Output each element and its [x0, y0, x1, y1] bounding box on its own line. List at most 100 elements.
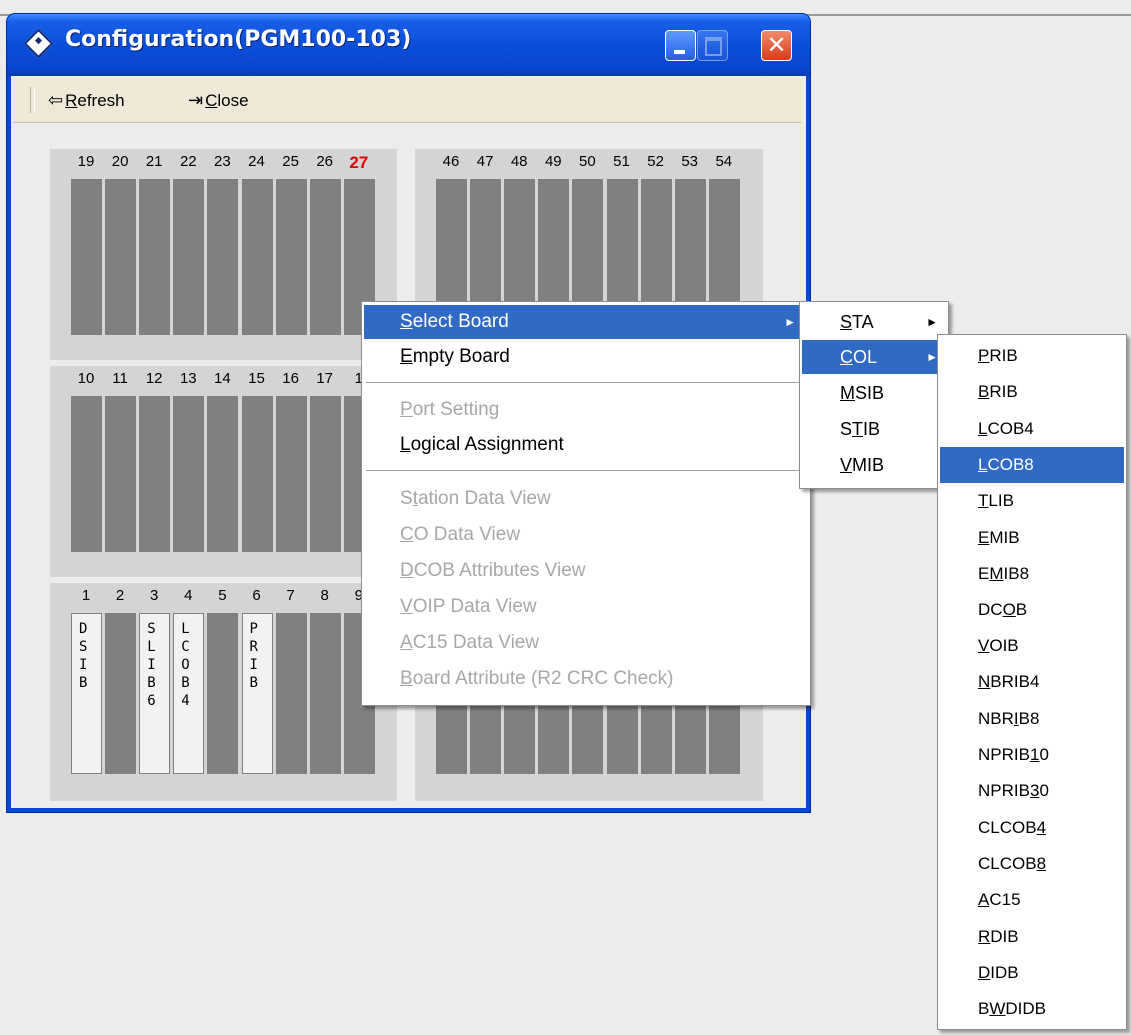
- slot-number: 20: [111, 153, 129, 170]
- menu-item-label: DIDB: [978, 963, 1019, 982]
- menu-item-label: DCOB: [978, 600, 1028, 619]
- menu-item[interactable]: STA ►: [802, 305, 946, 339]
- slot-number: 12: [145, 370, 163, 387]
- board-slot-empty[interactable]: [105, 396, 137, 552]
- board-slot-empty[interactable]: [309, 396, 341, 552]
- menu-item: VOIP Data View: [364, 590, 808, 624]
- menu-item[interactable]: CLCOB4: [940, 810, 1124, 846]
- back-arrow-icon: ⇦: [48, 90, 64, 110]
- slot-number: 4: [184, 587, 193, 604]
- slot-number: 48: [510, 153, 528, 170]
- board-slot-empty[interactable]: [207, 396, 239, 552]
- board-slot-empty[interactable]: [241, 179, 273, 335]
- menu-separator: [366, 382, 806, 384]
- board-type-submenu: STA ► COL ► MSIB STIB VMIB: [799, 301, 949, 489]
- menu-item-label: COL: [840, 347, 878, 367]
- refresh-button[interactable]: ⇦ Refresh: [48, 78, 125, 122]
- menu-item-label: RDIB: [978, 927, 1019, 946]
- menu-item[interactable]: NPRIB30: [940, 773, 1124, 809]
- board-label: D S I B: [79, 621, 88, 691]
- menu-item[interactable]: LCOB4: [940, 411, 1124, 447]
- menu-item-label: VOIB: [978, 636, 1019, 655]
- slot-number: 11: [112, 370, 128, 387]
- slot-number: 52: [647, 153, 664, 170]
- app-diamond-icon: [23, 28, 54, 59]
- board-slot-empty[interactable]: [71, 396, 102, 552]
- board-slot-empty[interactable]: [139, 396, 171, 552]
- menu-item-label: NPRIB30: [978, 781, 1049, 800]
- slot-number: 51: [613, 153, 630, 170]
- menu-item[interactable]: STIB: [802, 412, 946, 446]
- slot-number: 47: [476, 153, 494, 170]
- slot-number: 22: [179, 153, 197, 170]
- slot-number: 13: [179, 370, 197, 387]
- menu-item[interactable]: Logical Assignment: [364, 428, 808, 462]
- menu-item[interactable]: CLCOB8: [940, 846, 1124, 882]
- board-slot-empty[interactable]: [71, 179, 102, 335]
- menu-item-label: VOIP Data View: [400, 596, 537, 617]
- board-slot-filled[interactable]: D S I B: [71, 613, 102, 774]
- menu-item[interactable]: DIDB: [940, 955, 1124, 991]
- menu-item[interactable]: VOIB: [940, 628, 1124, 664]
- menu-item-label: MSIB: [840, 383, 885, 403]
- menu-item: Station Data View: [364, 482, 808, 516]
- submenu-arrow-icon: ►: [784, 315, 796, 329]
- menu-item[interactable]: Select Board ►: [364, 305, 808, 339]
- toolbar-grip[interactable]: [30, 87, 35, 113]
- board-slot-empty[interactable]: [173, 396, 205, 552]
- board-slot-empty[interactable]: [309, 613, 341, 774]
- board-slot-filled[interactable]: S L I B 6: [139, 613, 171, 774]
- slot-number: 24: [248, 153, 265, 170]
- board-slot-filled[interactable]: P R I B: [241, 613, 273, 774]
- board-slot-empty[interactable]: [139, 179, 171, 335]
- board-slot-empty[interactable]: [275, 613, 307, 774]
- menu-item[interactable]: AC15: [940, 882, 1124, 918]
- board-label: S L I B 6: [147, 621, 156, 709]
- menu-item[interactable]: NBRIB4: [940, 664, 1124, 700]
- menu-item[interactable]: PRIB: [940, 338, 1124, 374]
- menu-item[interactable]: DCOB: [940, 592, 1124, 628]
- menu-item[interactable]: NBRIB8: [940, 701, 1124, 737]
- menu-item[interactable]: NPRIB10: [940, 737, 1124, 773]
- menu-item[interactable]: EMIB: [940, 520, 1124, 556]
- slot-number: 49: [544, 153, 562, 170]
- board-slot-empty[interactable]: [173, 179, 205, 335]
- board-label: P R I B: [249, 621, 258, 691]
- menu-item-label: EMIB: [978, 528, 1020, 547]
- minimize-button[interactable]: [665, 30, 696, 61]
- close-window-button[interactable]: ✕: [761, 30, 792, 61]
- menu-item-label: Select Board: [400, 311, 509, 332]
- toolbar: ⇦ Refresh ⇥ Close: [13, 78, 801, 123]
- menu-item[interactable]: COL ►: [802, 340, 946, 374]
- slot-number: 54: [715, 153, 733, 170]
- title-bar[interactable]: Configuration(PGM100-103) ✕: [7, 14, 810, 76]
- menu-item: Port Setting: [364, 393, 808, 427]
- board-slot-empty[interactable]: [309, 179, 341, 335]
- board-slot-empty[interactable]: [275, 396, 307, 552]
- board-slot-filled[interactable]: L C O B 4: [173, 613, 205, 774]
- board-slot-empty[interactable]: [105, 613, 137, 774]
- col-board-submenu: PRIB BRIB LCOB4 LCOB8 TLIB EMIB EMIB8 DCOB VOIB N…: [937, 334, 1127, 1030]
- board-slot-empty[interactable]: [241, 396, 273, 552]
- menu-item[interactable]: RDIB: [940, 919, 1124, 955]
- menu-item[interactable]: BRIB: [940, 374, 1124, 410]
- board-slot-empty[interactable]: [207, 179, 239, 335]
- menu-item: AC15 Data View: [364, 626, 808, 660]
- slot-number: 8: [320, 587, 329, 604]
- menu-item[interactable]: VMIB: [802, 448, 946, 482]
- menu-item[interactable]: Empty Board: [364, 340, 808, 374]
- board-slot-empty[interactable]: [105, 179, 137, 335]
- menu-item[interactable]: EMIB8: [940, 556, 1124, 592]
- menu-item[interactable]: LCOB8: [940, 447, 1124, 483]
- menu-item-label: LCOB8: [978, 455, 1034, 474]
- menu-item-label: Empty Board: [400, 346, 510, 367]
- maximize-button: [697, 30, 728, 61]
- menu-item[interactable]: TLIB: [940, 483, 1124, 519]
- board-slot-empty[interactable]: [275, 179, 307, 335]
- slot-number: 14: [214, 370, 231, 387]
- board-slot-empty[interactable]: [207, 613, 239, 774]
- menu-item-label: VMIB: [840, 455, 885, 475]
- menu-item[interactable]: MSIB: [802, 376, 946, 410]
- menu-item[interactable]: BWDIDB: [940, 991, 1124, 1027]
- close-button[interactable]: ⇥ Close: [188, 78, 249, 122]
